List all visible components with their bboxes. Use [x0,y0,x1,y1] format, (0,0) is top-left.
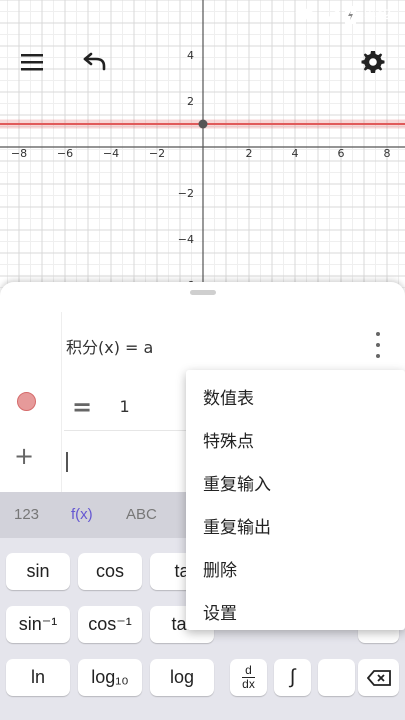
key-log10[interactable]: log₁₀ [78,659,142,696]
key-log-base[interactable]: log [150,659,214,696]
key-sin[interactable]: sin [6,553,70,590]
key-blank-2[interactable] [318,659,355,696]
context-menu: 数值表 特殊点 重复输入 重复输出 删除 设置 [186,370,405,630]
hamburger-menu-icon[interactable] [14,44,50,80]
visibility-toggle-icon[interactable] [17,392,36,411]
undo-icon[interactable] [76,44,112,80]
drag-handle[interactable] [190,290,216,295]
status-time: 3:42 [363,6,391,22]
key-cos[interactable]: cos [78,553,142,590]
key-ln[interactable]: ln [6,659,70,696]
menu-item-table-of-values[interactable]: 数值表 [203,384,254,409]
menu-item-special-points[interactable]: 特殊点 [203,427,254,452]
tab-functions[interactable]: f(x) [71,506,93,523]
x-tick-label: −8 [11,147,27,160]
x-tick-label: −4 [103,147,119,160]
y-tick-label: 4 [187,49,194,62]
graph-point [198,119,208,129]
y-tick-label: 2 [187,95,194,108]
key-arcsin[interactable]: sin⁻¹ [6,606,70,643]
cellular-signal-icon [323,8,339,22]
output-row: = 1 [72,390,130,421]
battery-icon [345,6,356,24]
status-bar: 3:42 [0,0,405,30]
tab-123[interactable]: 123 [14,506,39,523]
x-tick-label: −6 [57,147,73,160]
key-derivative[interactable]: d dx [230,659,267,696]
expression-input[interactable]: 积分(x) = a [66,334,153,358]
menu-item-duplicate-output[interactable]: 重复输出 [203,513,271,538]
add-item-icon[interactable]: + [14,444,34,468]
tab-abc[interactable]: ABC [126,506,157,523]
wifi-icon [295,8,313,22]
output-equals-sign: = [72,393,93,421]
coordinate-grid: −8−6−4−2246842−2−4−6 [0,0,405,300]
y-tick-label: −4 [178,233,194,246]
backspace-key[interactable] [358,659,399,696]
derivative-denominator: dx [242,677,255,691]
x-tick-label: 2 [246,147,253,160]
key-arccos[interactable]: cos⁻¹ [78,606,142,643]
menu-item-delete[interactable]: 删除 [203,556,237,581]
input-cursor [66,452,68,472]
x-tick-label: 8 [384,147,391,160]
menu-item-duplicate-input[interactable]: 重复输入 [203,470,271,495]
more-options-icon[interactable] [370,332,386,358]
x-tick-label: −2 [149,147,165,160]
gear-icon[interactable] [355,44,391,80]
key-integral[interactable]: ∫ [274,659,311,696]
x-tick-label: 4 [292,147,299,160]
x-tick-label: 6 [338,147,345,160]
graphics-view[interactable]: −8−6−4−2246842−2−4−6 [0,0,405,300]
backspace-icon [366,669,391,686]
output-value: 1 [119,397,130,416]
derivative-numerator: d [242,664,255,678]
y-tick-label: −2 [178,187,194,200]
menu-item-settings[interactable]: 设置 [203,599,237,624]
